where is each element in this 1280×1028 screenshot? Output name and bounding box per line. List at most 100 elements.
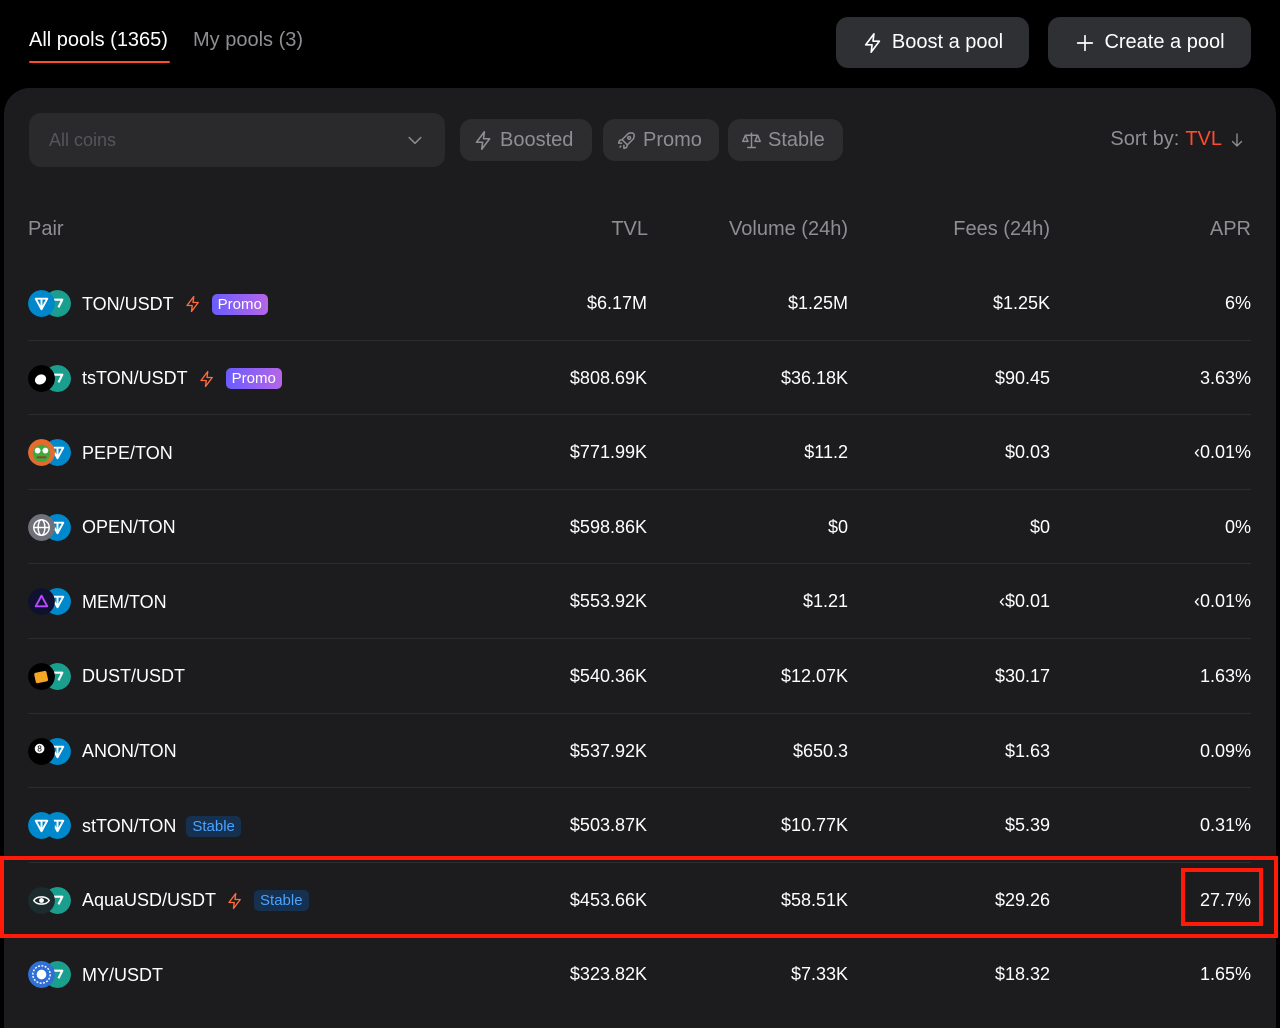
volume-cell: $7.33K [790,964,848,985]
table-row[interactable]: 8 ANON/TON $537.92K $650.3 $1.63 0.09% [28,714,1251,789]
pool-badge: Promo [225,368,282,390]
apr-cell: 6% [1224,293,1251,313]
apr-cell: 0.31% [1199,815,1251,836]
apr-cell: 1.63% [1199,665,1251,686]
column-tvl[interactable]: TVL [611,218,648,241]
column-pair[interactable]: Pair [28,218,64,241]
fees-cell: $18.32 [994,964,1050,985]
apr-cell: ‹0.01% [1193,591,1251,612]
tvl-cell: $453.66K [569,889,647,910]
boosted-lightning-icon [228,892,241,909]
table-row[interactable]: MEM/TON $553.92K $1.21 ‹$0.01 ‹0.01% [28,564,1251,639]
fees-cell: $1.63 [1004,740,1050,761]
create-pool-label: Create a pool [1104,31,1225,53]
table-row[interactable]: PEPE/TON $771.99K $11.2 $0.03 ‹0.01% [28,415,1251,490]
pool-badge: Stable [254,890,309,912]
pair-cell: TON/USDT Promo [28,290,268,318]
volume-cell: $650.3 [792,740,848,761]
column-volume[interactable]: Volume (24h) [729,218,848,241]
scale-icon [742,132,761,148]
ton-icon [28,812,55,840]
fees-cell: $5.39 [1004,815,1050,836]
arrow-down-icon [1231,132,1243,147]
create-pool-button[interactable]: Create a pool [1048,17,1251,68]
pair-name: ANON/TON [82,741,177,762]
volume-cell: $11.2 [804,442,848,463]
pair-name: OPEN/TON [82,517,176,538]
rocket-icon [617,131,635,149]
pair-cell: AquaUSD/USDT Stable [28,886,309,915]
tvl-cell: $598.86K [569,516,647,537]
pair-icons [28,290,72,318]
apr-cell: 0% [1224,516,1251,537]
pair-cell: DUST/USDT [28,662,185,691]
table-row[interactable]: TON/USDT Promo $6.17M $1.25M $1.25K 6% [28,266,1251,341]
pair-icons [28,364,72,393]
globe-icon [28,513,55,541]
table-row[interactable]: AquaUSD/USDT Stable $453.66K $58.51K $29.26 2… [28,863,1251,938]
pair-icons [28,513,72,542]
sort-label: Sort by: [1110,128,1180,150]
pair-name: MY/USDT [82,964,163,985]
filter-stable-label: Stable [768,128,825,151]
pepe-icon [28,439,55,467]
pair-cell: tsTON/USDT Promo [28,364,282,393]
pair-icons [28,439,72,467]
top-bar: All pools (1365) My pools (3) Boost a po… [0,0,1280,88]
apr-cell: 0.09% [1199,740,1251,761]
tvl-cell: $503.87K [569,815,647,836]
column-fees[interactable]: Fees (24h) [953,218,1050,241]
pair-name: tsTON/USDT [82,368,188,389]
pair-name: DUST/USDT [82,666,185,687]
lightning-icon [475,130,491,150]
tvl-cell: $553.92K [569,591,647,612]
filter-boosted-chip[interactable]: Boosted [460,119,592,161]
tab-my-pools[interactable]: My pools (3) [193,28,303,52]
tvl-cell: $537.92K [569,740,647,761]
column-apr[interactable]: APR [1210,218,1251,241]
fees-cell: $29.26 [994,889,1050,910]
volume-cell: $1.21 [802,591,848,612]
filter-stable-chip[interactable]: Stable [728,119,843,161]
boost-pool-button[interactable]: Boost a pool [836,17,1029,68]
coin-filter-placeholder: All coins [49,129,117,150]
boosted-lightning-icon [185,295,199,313]
table-row[interactable]: stTON/TON Stable $503.87K $10.77K $5.39 0.31% [28,788,1251,863]
sort-control[interactable]: Sort by: TVL [1110,128,1246,151]
volume-cell: $0 [827,516,848,537]
pair-cell: MY/USDT [28,961,163,989]
fees-cell: $0.03 [1004,442,1050,463]
boosted-lightning-icon [199,370,213,387]
pair-cell: MEM/TON [28,588,167,616]
table-row[interactable]: MY/USDT $323.82K $7.33K $18.32 1.65% [28,937,1251,1012]
coin-filter-select[interactable]: All coins [29,113,445,167]
sort-value: TVL [1185,128,1222,150]
pool-badge: Promo [211,293,268,315]
pair-cell: 8 ANON/TON [28,737,177,766]
filter-promo-chip[interactable]: Promo [603,119,719,161]
eight-ball-icon: 8 [28,737,55,765]
fees-cell: $90.45 [994,367,1050,388]
volume-cell: $36.18K [780,367,848,388]
plus-icon [1077,34,1094,51]
pools-table-body: TON/USDT Promo $6.17M $1.25M $1.25K 6% tsTON/U… [4,266,1276,1012]
volume-cell: $10.77K [780,815,848,836]
table-row[interactable]: tsTON/USDT Promo $808.69K $36.18K $90.45 3.63… [28,341,1251,416]
tston-icon [28,364,55,392]
pair-name: PEPE/TON [82,442,173,463]
pair-name: AquaUSD/USDT [82,890,217,911]
pair-name: MEM/TON [82,591,167,612]
table-row[interactable]: DUST/USDT $540.36K $12.07K $30.17 1.63% [28,639,1251,714]
table-row[interactable]: OPEN/TON $598.86K $0 $0 0% [28,490,1251,565]
ton-icon [28,290,55,317]
filter-boosted-label: Boosted [500,128,574,151]
volume-cell: $12.07K [780,665,848,686]
pair-icons [28,588,72,616]
tab-all-pools[interactable]: All pools (1365) [29,28,170,63]
tvl-cell: $808.69K [569,367,647,388]
tvl-cell: $323.82K [569,964,647,985]
volume-cell: $1.25M [787,293,848,313]
fees-cell: $0 [1029,516,1050,537]
dust-icon [28,662,55,690]
pair-icons [28,662,72,691]
